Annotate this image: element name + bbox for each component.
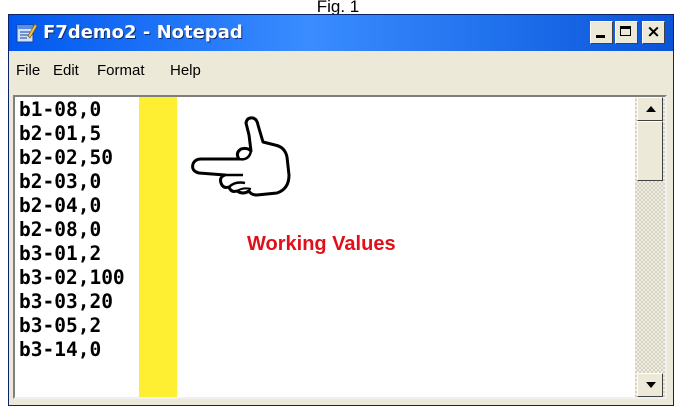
- text-line: b3-03,20: [19, 290, 125, 314]
- line-value: 2: [89, 314, 102, 337]
- text-content: b1-08,0 b2-01,5 b2-02,50 b2-03,0 b2-04,0…: [19, 98, 125, 362]
- text-line: b2-02,50: [19, 146, 125, 170]
- window-title: F7demo2 - Notepad: [43, 22, 243, 43]
- line-value: 0: [89, 194, 102, 217]
- scroll-up-arrow-icon: [646, 106, 656, 112]
- menu-help[interactable]: Help: [170, 62, 201, 80]
- menu-edit[interactable]: Edit: [53, 62, 79, 80]
- menu-format[interactable]: Format: [97, 62, 145, 80]
- line-key: b3-03,: [19, 290, 90, 313]
- text-line: b3-05,2: [19, 314, 125, 338]
- notepad-icon[interactable]: [15, 22, 37, 44]
- scroll-down-arrow-icon: [646, 382, 656, 388]
- maximize-icon: [620, 26, 631, 36]
- scroll-down-button[interactable]: [637, 373, 663, 397]
- close-button[interactable]: ×: [642, 21, 665, 44]
- line-key: b3-01,: [19, 242, 90, 265]
- line-key: b2-02,: [19, 146, 90, 169]
- line-value: 0: [89, 98, 102, 121]
- notepad-window: F7demo2 - Notepad × File Edit Format Hel…: [8, 14, 674, 406]
- minimize-button[interactable]: [590, 21, 613, 44]
- scroll-up-button[interactable]: [637, 97, 663, 121]
- line-value: 50: [89, 146, 113, 169]
- text-line: b2-04,0: [19, 194, 125, 218]
- line-key: b2-01,: [19, 122, 90, 145]
- line-key: b3-05,: [19, 314, 90, 337]
- menu-file[interactable]: File: [16, 62, 40, 80]
- line-value: 0: [89, 170, 102, 193]
- line-key: b2-04,: [19, 194, 90, 217]
- line-value: 2: [89, 242, 102, 265]
- vertical-scrollbar[interactable]: [635, 97, 665, 397]
- text-line: b3-01,2: [19, 242, 125, 266]
- text-line: b2-01,5: [19, 122, 125, 146]
- line-key: b3-14,: [19, 338, 90, 361]
- title-bar[interactable]: F7demo2 - Notepad ×: [9, 15, 673, 51]
- text-line: b3-14,0: [19, 338, 125, 362]
- line-value: 0: [89, 338, 102, 361]
- line-value: 0: [89, 218, 102, 241]
- editor-frame: b1-08,0 b2-01,5 b2-02,50 b2-03,0 b2-04,0…: [13, 95, 667, 399]
- line-value: 5: [89, 122, 102, 145]
- minimize-icon: [596, 35, 605, 38]
- close-icon: ×: [646, 22, 661, 42]
- text-line: b2-03,0: [19, 170, 125, 194]
- line-value: 20: [89, 290, 113, 313]
- line-key: b2-08,: [19, 218, 90, 241]
- maximize-button[interactable]: [615, 21, 638, 44]
- text-editor[interactable]: b1-08,0 b2-01,5 b2-02,50 b2-03,0 b2-04,0…: [15, 97, 639, 397]
- value-highlight: [139, 97, 177, 397]
- line-key: b1-08,: [19, 98, 90, 121]
- text-line: b2-08,0: [19, 218, 125, 242]
- line-key: b3-02,: [19, 266, 90, 289]
- pointing-hand-icon: [191, 116, 291, 197]
- menu-bar: File Edit Format Help: [9, 51, 673, 89]
- text-line: b3-02,100: [19, 266, 125, 290]
- line-value: 100: [89, 266, 125, 289]
- text-line: b1-08,0: [19, 98, 125, 122]
- line-key: b2-03,: [19, 170, 90, 193]
- annotation-label: Working Values: [247, 233, 396, 255]
- scroll-thumb[interactable]: [637, 121, 663, 181]
